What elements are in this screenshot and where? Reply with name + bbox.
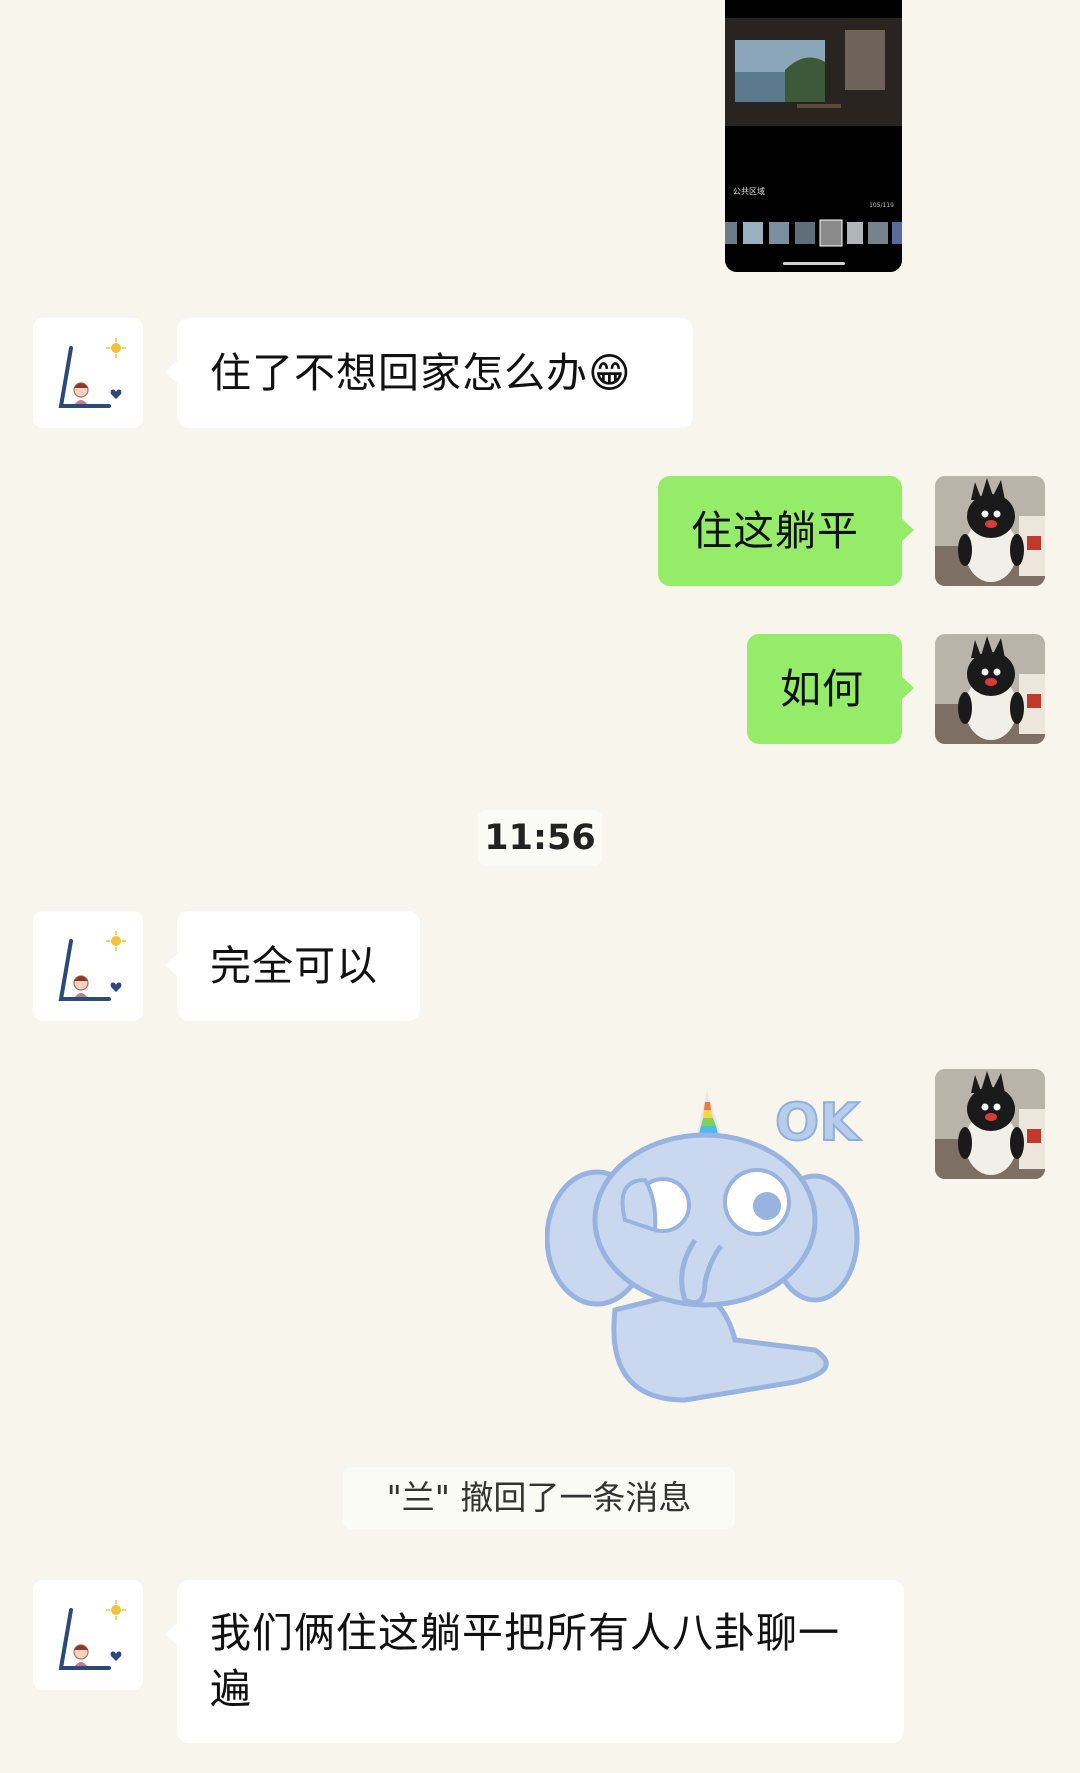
timestamp-text: 11:56 [484,818,596,858]
self-avatar[interactable] [935,634,1045,744]
contact-avatar[interactable] [33,911,143,1021]
photo-preview [725,0,902,272]
message-bubble-sent[interactable]: 如何 [747,634,914,744]
shared-photo-message[interactable]: 公共区域 105/119 [725,0,902,272]
message-bubble-received[interactable]: 我们俩住这躺平把所有人八卦聊一遍 [165,1580,904,1743]
message-text: 我们俩住这躺平把所有人八卦聊一遍 [210,1609,840,1713]
message-bubble-sent[interactable]: 住这躺平 [658,476,914,586]
message-text: 住这躺平 [691,507,859,555]
recall-notice: "兰" 撤回了一条消息 [343,1467,735,1529]
message-text: 住了不想回家怎么办😁 [210,349,632,397]
recall-notice-text: "兰" 撤回了一条消息 [386,1478,692,1517]
elephant-unicorn-sticker: OK [544,1090,862,1403]
photo-caption: 公共区域 [733,187,765,196]
contact-avatar[interactable] [33,1580,143,1690]
message-text: 完全可以 [210,942,378,990]
sticker-ok-text: OK [775,1093,861,1153]
timestamp: 11:56 [478,810,602,866]
photo-counter: 105/119 [869,202,894,209]
message-bubble-received[interactable]: 住了不想回家怎么办😁 [165,318,693,428]
self-avatar[interactable] [935,476,1045,586]
contact-avatar[interactable] [33,318,143,428]
message-bubble-received[interactable]: 完全可以 [165,911,420,1021]
message-text: 如何 [780,665,864,713]
self-avatar[interactable] [935,1069,1045,1179]
sticker-message[interactable]: OK [544,1070,885,1410]
